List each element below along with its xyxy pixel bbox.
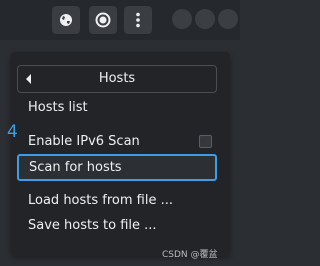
- menu-item-save-hosts[interactable]: Save hosts to file ...: [28, 218, 157, 233]
- minimize-button[interactable]: [172, 9, 192, 29]
- submenu-title: Hosts: [98, 71, 136, 86]
- record-button[interactable]: [89, 6, 117, 34]
- menu-item-load-hosts[interactable]: Load hosts from file ...: [28, 193, 173, 208]
- menu-item-hosts-list[interactable]: Hosts list: [28, 100, 88, 115]
- close-button[interactable]: [218, 9, 238, 29]
- hosts-submenu-header[interactable]: Hosts: [17, 65, 217, 93]
- step-annotation: 4: [7, 122, 18, 142]
- globe-icon: [60, 14, 72, 26]
- menu-item-label: Scan for hosts: [29, 160, 122, 175]
- ipv6-scan-checkbox[interactable]: [199, 135, 212, 148]
- globe-button[interactable]: [52, 6, 80, 34]
- watermark: CSDN @覆盆: [162, 250, 218, 260]
- menu-item-enable-ipv6-scan[interactable]: Enable IPv6 Scan: [28, 134, 140, 149]
- kebab-menu-icon: [136, 12, 140, 28]
- record-icon: [95, 12, 111, 28]
- kebab-menu-button[interactable]: [124, 6, 152, 34]
- maximize-button[interactable]: [195, 9, 215, 29]
- title-bar: [0, 0, 240, 40]
- menu-item-scan-for-hosts[interactable]: Scan for hosts: [17, 154, 217, 181]
